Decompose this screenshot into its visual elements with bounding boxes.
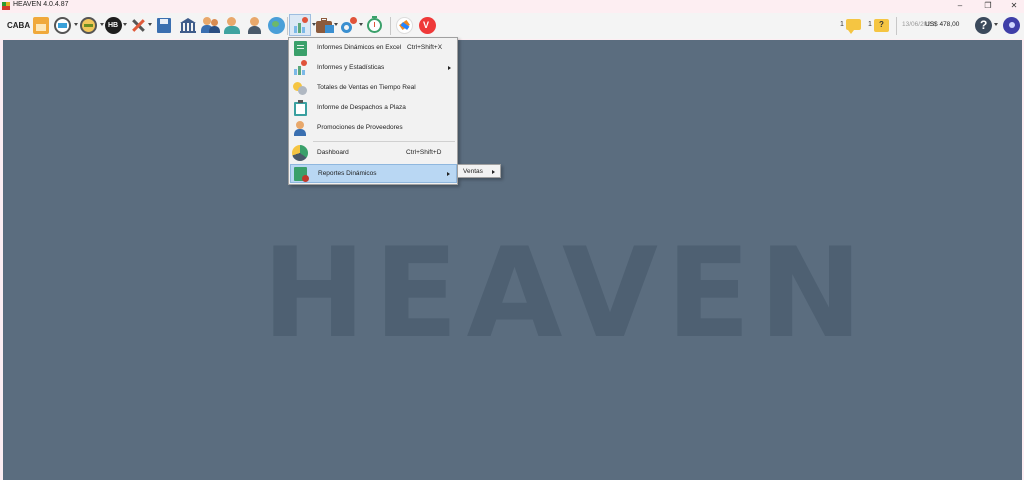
menu-item-shortcut: Ctrl+Shift+X — [407, 44, 443, 51]
printer-dropdown-icon[interactable] — [74, 23, 78, 26]
menu-item-promociones-proveedores[interactable]: Promociones de Proveedores — [290, 119, 457, 138]
printer-icon[interactable] — [53, 14, 73, 36]
menu-item-shortcut: Ctrl+Shift+D — [406, 149, 442, 156]
menu-item-label: Informe de Despachos a Plaza — [317, 104, 406, 111]
user-avatar-icon[interactable] — [1003, 14, 1021, 36]
menu-item-label: Reportes Dinámicos — [318, 170, 377, 177]
help-dropdown-icon[interactable] — [994, 23, 998, 26]
tools-icon[interactable] — [129, 14, 147, 36]
submenu-arrow-icon — [492, 170, 495, 174]
coins-icon — [292, 80, 308, 96]
stopwatch-icon[interactable] — [365, 14, 385, 36]
heaven-logo-icon — [2, 2, 10, 10]
menu-item-informes-estadisticas[interactable]: Informes y Estadísticas — [290, 59, 457, 78]
toolbar-separator — [896, 17, 897, 35]
settings-gears-icon[interactable] — [339, 14, 359, 36]
globe-icon[interactable] — [267, 14, 287, 36]
provider-icon — [292, 120, 308, 136]
menu-item-label: Dashboard — [317, 149, 349, 156]
heaven-watermark: HEAVEN — [262, 222, 871, 366]
menu-item-reportes-dinamicos[interactable]: Reportes Dinámicos — [290, 164, 457, 183]
clipboard-icon — [292, 100, 308, 116]
menu-item-despachos-plaza[interactable]: Informe de Despachos a Plaza — [290, 99, 457, 118]
statistics-chart-icon — [292, 60, 308, 76]
menu-separator — [313, 141, 455, 142]
pie-chart-icon — [292, 145, 308, 161]
reportes-submenu[interactable]: Ventas — [457, 164, 501, 178]
person-card-icon[interactable] — [223, 14, 243, 36]
toolbar-separator — [287, 17, 288, 35]
hb-icon[interactable]: HB — [105, 14, 123, 36]
help-icon[interactable]: ? — [975, 14, 993, 36]
menu-item-label: Totales de Ventas en Tiempo Real — [317, 84, 416, 91]
balance-label: US$ 478,00 — [925, 21, 960, 28]
close-button[interactable]: ✕ — [1004, 0, 1024, 12]
alerts-count: 1 — [868, 21, 872, 28]
bank-icon[interactable] — [178, 14, 198, 36]
briefcase-icon[interactable] — [315, 14, 335, 36]
question-note-icon[interactable]: ? — [873, 14, 891, 36]
jira-icon[interactable] — [396, 14, 414, 36]
reports-menu: Informes Dinámicos en Excel Ctrl+Shift+X… — [288, 37, 458, 185]
dynamic-report-icon — [293, 166, 309, 182]
menu-item-totales-ventas[interactable]: Totales de Ventas en Tiempo Real — [290, 79, 457, 98]
save-disk-icon[interactable] — [155, 14, 173, 36]
toolbar-separator — [390, 17, 391, 35]
menu-item-label: Informes y Estadísticas — [317, 64, 385, 71]
maximize-button[interactable]: ❐ — [978, 0, 998, 12]
chat-icon[interactable] — [845, 14, 863, 36]
tags-icon[interactable] — [32, 14, 50, 36]
menu-item-informes-excel[interactable]: Informes Dinámicos en Excel Ctrl+Shift+X — [290, 39, 457, 58]
submenu-arrow-icon — [447, 172, 450, 176]
submenu-item-ventas[interactable]: Ventas — [463, 168, 483, 175]
assistant-icon[interactable] — [245, 14, 265, 36]
cash-icon[interactable] — [79, 14, 99, 36]
menu-item-label: Informes Dinámicos en Excel — [317, 44, 402, 51]
main-toolbar: CABA HB V 1 1 ? 13/06/2023 US$ 478,00 ? — [0, 13, 1024, 39]
vivaldi-icon[interactable]: V — [419, 14, 437, 36]
window-title: HEAVEN 4.0.4.87 — [13, 1, 69, 8]
users-icon[interactable] — [201, 14, 221, 36]
minimize-button[interactable]: – — [950, 0, 970, 12]
excel-report-icon — [292, 40, 308, 56]
menu-item-label: Promociones de Proveedores — [317, 124, 403, 131]
settings-dropdown-icon[interactable] — [359, 23, 363, 26]
tools-dropdown-icon[interactable] — [148, 23, 152, 26]
title-bar: HEAVEN 4.0.4.87 – ❐ ✕ — [0, 0, 1024, 13]
reports-chart-icon[interactable] — [289, 14, 311, 36]
briefcase-dropdown-icon[interactable] — [334, 23, 338, 26]
menu-item-dashboard[interactable]: Dashboard Ctrl+Shift+D — [290, 144, 457, 163]
cash-dropdown-icon[interactable] — [100, 23, 104, 26]
store-label[interactable]: CABA — [7, 21, 30, 30]
submenu-arrow-icon — [448, 66, 451, 70]
hb-dropdown-icon[interactable] — [123, 23, 127, 26]
messages-count: 1 — [840, 21, 844, 28]
